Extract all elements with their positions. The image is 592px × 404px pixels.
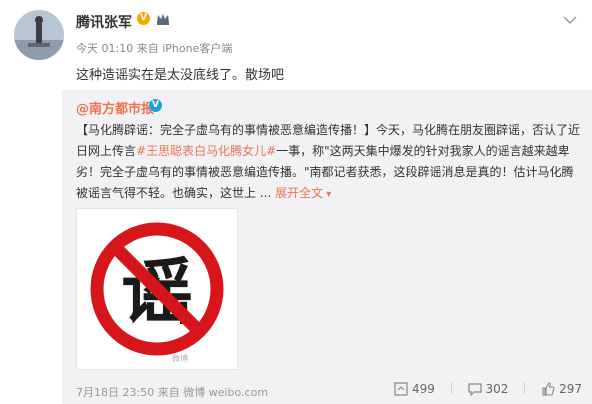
avatar[interactable] xyxy=(14,10,64,60)
repost-icon xyxy=(394,382,408,396)
post-source[interactable]: iPhone客户端 xyxy=(162,42,232,55)
hashtag-link[interactable]: #王思聪表白马化腾女儿# xyxy=(136,144,276,158)
action-bar: 499 302 297 xyxy=(382,382,582,400)
crown-icon xyxy=(157,14,169,25)
expand-full-text-link[interactable]: 展开全文 ▾ xyxy=(275,186,331,200)
like-count: 297 xyxy=(559,382,582,396)
expand-label: 展开全文 xyxy=(275,186,324,200)
repost-source[interactable]: 微博 weibo.com xyxy=(183,386,268,399)
post-text: 这种造谣实在是太没底线了。散场吧 xyxy=(76,68,285,83)
source-prefix: 来自 xyxy=(157,386,180,399)
image-watermark: 微博 xyxy=(172,353,188,363)
post-header: 腾讯张军 V 今天 01:10 来自 iPhone客户端 这种造谣实在是太没底线… xyxy=(0,0,592,86)
no-rumor-icon: 谣 微博 xyxy=(90,222,224,363)
like-button[interactable]: 297 xyxy=(541,382,582,396)
repost-button[interactable]: 499 xyxy=(394,382,435,396)
comment-button[interactable]: 302 xyxy=(467,382,509,397)
reposted-weibo: @南方都市报 V 【马化腾辟谣：完全子虚乌有的事情被恶意编造传播！】今天，马化腾… xyxy=(62,90,592,404)
chevron-down-icon: ▾ xyxy=(323,189,332,200)
vip-badge-icon: V xyxy=(137,12,150,25)
chevron-down-icon[interactable] xyxy=(562,14,578,26)
source-prefix: 来自 xyxy=(136,42,159,55)
divider xyxy=(450,382,452,394)
post-meta: 今天 01:10 来自 iPhone客户端 xyxy=(76,40,232,56)
thumbs-up-icon xyxy=(542,382,555,396)
comment-icon xyxy=(467,383,482,397)
repost-count: 499 xyxy=(411,382,435,396)
comment-count: 302 xyxy=(485,382,509,396)
repost-timestamp[interactable]: 7月18日 23:50 xyxy=(76,386,154,399)
repost-body: 【马化腾辟谣：完全子虚乌有的事情被恶意编造传播！】今天，马化腾在朋友圈辟谣，否认… xyxy=(76,120,582,205)
avatar-image xyxy=(14,10,64,60)
vip-badge-icon: V xyxy=(149,99,162,112)
post-timestamp[interactable]: 今天 01:10 xyxy=(76,42,133,55)
repost-meta: 7月18日 23:50 来自 微博 weibo.com xyxy=(76,384,268,400)
rumor-ban-image[interactable]: 谣 微博 xyxy=(76,208,238,370)
author-name[interactable]: 腾讯张军 xyxy=(76,12,132,32)
repost-author[interactable]: @南方都市报 xyxy=(76,98,154,117)
divider xyxy=(524,382,526,394)
